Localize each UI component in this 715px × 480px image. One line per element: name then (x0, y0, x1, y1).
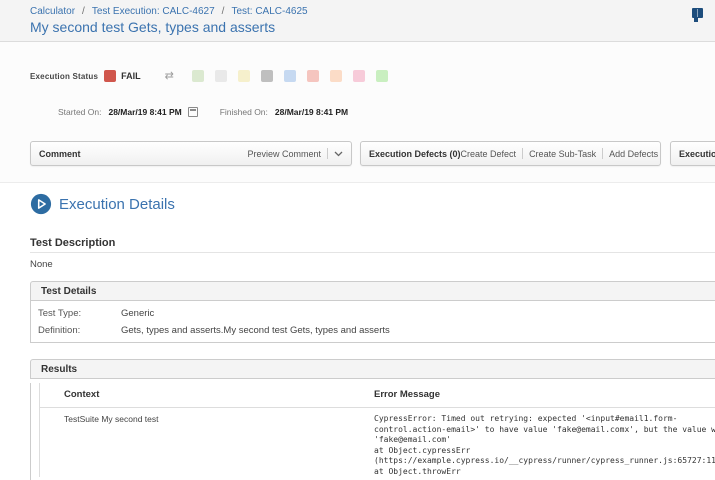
test-description-heading: Test Description (30, 237, 115, 249)
context-column-header: Context (40, 389, 374, 400)
test-details-body: Test Type: Generic Definition: Gets, typ… (30, 301, 715, 343)
comment-panel: Comment Preview Comment (30, 141, 352, 166)
test-execution-page: Calculator / Test Execution: CALC-4627 /… (0, 0, 715, 480)
execution-defects-title: Execution Defects (0) (369, 149, 461, 159)
create-defect-button[interactable]: Create Defect (461, 149, 517, 159)
error-message-text: CypressError: Timed out retrying: expect… (374, 414, 715, 477)
create-sub-task-button[interactable]: Create Sub-Task (529, 149, 596, 159)
execution-details-heading: Execution Details (30, 193, 175, 215)
breadcrumb-separator: / (222, 6, 225, 17)
context-cell: TestSuite My second test (40, 414, 374, 477)
finished-on-value: 28/Mar/19 8:41 PM (275, 107, 348, 117)
definition-value: Gets, types and asserts.My second test G… (121, 325, 390, 337)
results-panel: Results Context Error Message TestSuite … (30, 359, 715, 480)
bookmark-icon[interactable] (692, 8, 703, 18)
status-option-swatch[interactable] (376, 70, 388, 82)
execution-defects-panel: Execution Defects (0) Create Defect Crea… (360, 141, 661, 166)
comment-panel-title: Comment (39, 149, 81, 159)
started-on-label: Started On: (58, 107, 101, 117)
execution-status-row: Execution Status FAIL ⇄ (30, 70, 388, 82)
section-divider (30, 252, 715, 253)
definition-label: Definition: (31, 325, 121, 337)
started-on-value: 28/Mar/19 8:41 PM (108, 107, 181, 117)
breadcrumb-link-test[interactable]: Test: CALC-4625 (231, 6, 307, 17)
test-type-label: Test Type: (31, 308, 121, 320)
status-option-swatch[interactable] (238, 70, 250, 82)
calendar-icon[interactable] (188, 107, 198, 117)
status-option-swatch[interactable] (215, 70, 227, 82)
test-description-value: None (30, 259, 53, 270)
status-value: FAIL (121, 71, 141, 81)
execution-evidence-title: Execution Evidence (679, 149, 715, 159)
results-table-header: Context Error Message (40, 383, 715, 408)
finished-on-label: Finished On: (220, 107, 268, 117)
status-option-swatch[interactable] (284, 70, 296, 82)
test-type-row: Test Type: Generic (31, 308, 715, 320)
play-circle-icon (30, 193, 52, 215)
breadcrumb-link-test-execution[interactable]: Test Execution: CALC-4627 (92, 6, 215, 17)
status-fail-swatch[interactable] (104, 70, 116, 82)
test-details-header: Test Details (30, 281, 715, 301)
error-message-cell: CypressError: Timed out retrying: expect… (374, 414, 715, 477)
results-body: Context Error Message TestSuite My secon… (30, 383, 715, 480)
breadcrumb-separator: / (82, 6, 85, 17)
status-option-swatches (181, 70, 388, 82)
test-type-value: Generic (121, 308, 154, 320)
top-bar: Calculator / Test Execution: CALC-4627 /… (0, 0, 715, 42)
add-defects-button[interactable]: Add Defects (609, 149, 658, 159)
execution-details-heading-text: Execution Details (59, 196, 175, 213)
preview-comment-button[interactable]: Preview Comment (247, 149, 321, 159)
table-row: TestSuite My second test CypressError: T… (40, 408, 715, 477)
results-header: Results (30, 359, 715, 379)
divider (327, 148, 328, 159)
chevron-down-icon[interactable] (334, 151, 343, 157)
status-option-swatch[interactable] (261, 70, 273, 82)
definition-row: Definition: Gets, types and asserts.My s… (31, 325, 715, 337)
execution-evidence-panel: Execution Evidence (670, 141, 715, 166)
status-option-swatch[interactable] (330, 70, 342, 82)
results-table: Context Error Message TestSuite My secon… (39, 383, 715, 477)
error-message-column-header: Error Message (374, 389, 440, 400)
execution-status-label: Execution Status (30, 72, 98, 81)
execution-times-row: Started On: 28/Mar/19 8:41 PM Finished O… (58, 107, 348, 117)
breadcrumb: Calculator / Test Execution: CALC-4627 /… (30, 6, 308, 17)
page-title: My second test Gets, types and asserts (30, 19, 275, 35)
status-option-swatch[interactable] (353, 70, 365, 82)
test-details-panel: Test Details Test Type: Generic Definiti… (30, 281, 715, 343)
change-status-icon[interactable]: ⇄ (165, 70, 174, 82)
divider (522, 148, 523, 159)
divider (602, 148, 603, 159)
status-option-swatch[interactable] (307, 70, 319, 82)
breadcrumb-link-project[interactable]: Calculator (30, 6, 75, 17)
status-option-swatch[interactable] (192, 70, 204, 82)
